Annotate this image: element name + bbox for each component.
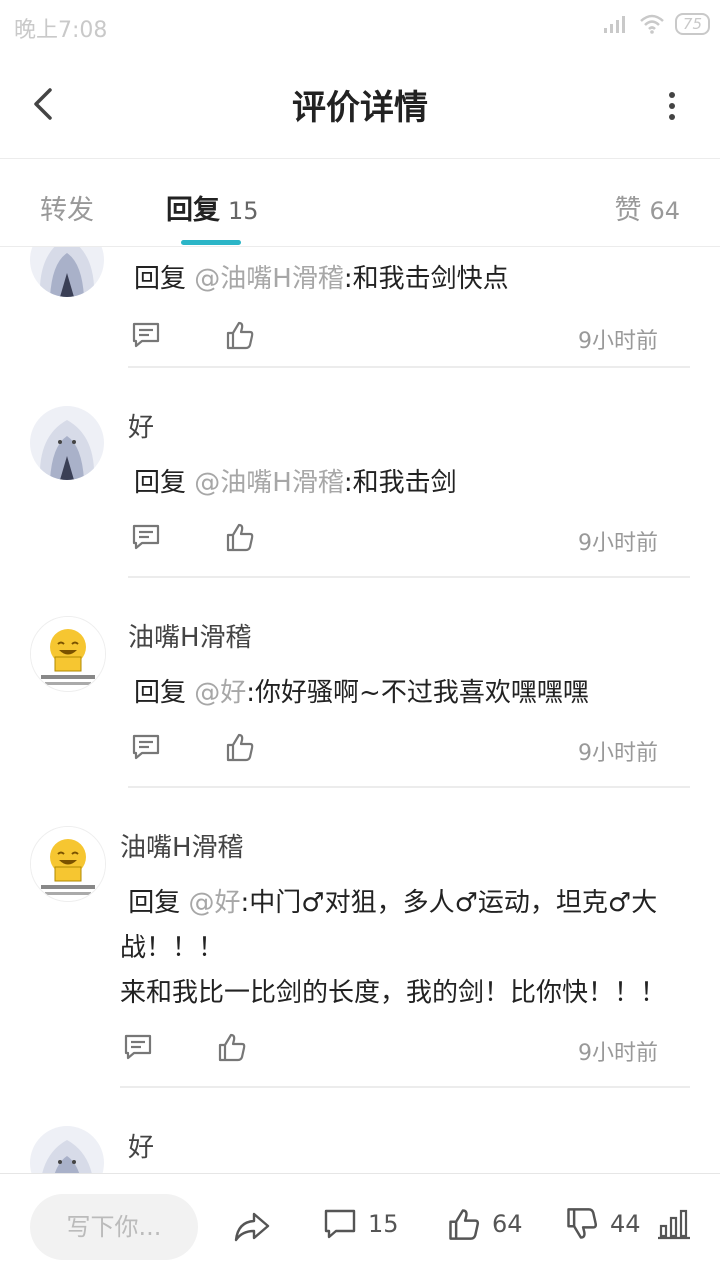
comment-count-button[interactable]: 15 — [322, 1206, 399, 1242]
thumbs-up-icon[interactable] — [224, 319, 256, 351]
status-icons: 75 — [603, 10, 710, 38]
share-button[interactable] — [232, 1206, 272, 1246]
user-name[interactable]: 油嘴H滑稽 — [128, 617, 252, 654]
comment-icon[interactable] — [130, 319, 162, 351]
mention-link[interactable]: @油嘴H滑稽 — [194, 468, 344, 498]
user-avatar[interactable] — [30, 406, 104, 480]
tab-forward[interactable]: 转发 — [40, 188, 94, 227]
thumbs-up-icon — [449, 1209, 480, 1240]
bottom-action-bar: 写下你... 15 64 44 — [0, 1173, 720, 1281]
battery-indicator: 75 — [674, 13, 710, 35]
top-navigation-bar: 评价详情 — [0, 50, 720, 159]
tab-forward-label: 转发 — [40, 195, 94, 226]
thumbs-up-icon[interactable] — [224, 521, 256, 553]
reply-content: 回复 @好:中门♂对狙，多人♂运动，坦克♂大 战！！！ 来和我比一比剑的长度，我… — [120, 881, 700, 1016]
status-time: 晚上7:08 — [14, 18, 108, 43]
thumbs-up-icon[interactable] — [224, 731, 256, 763]
user-name[interactable]: 好 — [128, 1127, 154, 1164]
reply-time: 9小时前 — [578, 741, 658, 766]
dislike-count: 44 — [610, 1210, 641, 1238]
tab-reply[interactable]: 回复 15 — [166, 188, 259, 227]
reply-content: 回复 @好:你好骚啊~不过我喜欢嘿嘿嘿 — [134, 671, 589, 716]
divider — [120, 1086, 690, 1088]
reply-item: 油嘴H滑稽 回复 @好:中门♂对狙，多人♂运动，坦克♂大 战！！！ 来和我比一比… — [0, 789, 720, 1089]
tab-like-count: 64 — [649, 197, 680, 225]
reply-time: 9小时前 — [578, 1041, 658, 1066]
user-avatar[interactable] — [30, 247, 104, 297]
user-name[interactable]: 油嘴H滑稽 — [120, 827, 244, 864]
reply-text: :和我击剑快点 — [343, 264, 509, 294]
thumbs-up-icon[interactable] — [216, 1031, 248, 1063]
reply-text: :和我击剑 — [343, 468, 457, 498]
dislike-count-button[interactable]: 44 — [564, 1206, 641, 1242]
like-count: 64 — [492, 1210, 523, 1238]
reply-line: 战！！！ — [120, 933, 225, 963]
status-bar: 晚上7:08 75 — [0, 0, 720, 50]
anime-avatar-image — [30, 1126, 104, 1173]
reply-item: 回复 @油嘴H滑稽:和我击剑快点 9小时前 — [0, 247, 720, 369]
comment-icon[interactable] — [130, 731, 162, 763]
reply-prefix: 回复 — [134, 678, 195, 708]
reply-list[interactable]: 回复 @油嘴H滑稽:和我击剑快点 9小时前 好 回复 @油嘴H滑稽:和我击剑 9… — [0, 247, 720, 1173]
comment-icon[interactable] — [130, 521, 162, 553]
tab-reply-count: 15 — [228, 197, 259, 225]
reply-text: :你好骚啊~不过我喜欢嘿嘿嘿 — [246, 678, 589, 708]
reply-prefix: 回复 — [134, 264, 195, 294]
comment-bubble-icon — [324, 1209, 356, 1239]
user-avatar[interactable] — [30, 826, 106, 902]
comment-count: 15 — [368, 1210, 399, 1238]
comment-icon[interactable] — [122, 1031, 154, 1063]
reply-time: 9小时前 — [578, 329, 658, 354]
reply-time: 9小时前 — [578, 531, 658, 556]
reply-item: 好 — [0, 1089, 720, 1173]
divider — [128, 576, 690, 578]
reply-content: 回复 @油嘴H滑稽:和我击剑 — [134, 461, 457, 506]
reply-item: 好 回复 @油嘴H滑稽:和我击剑 9小时前 — [0, 369, 720, 579]
anime-avatar-image — [30, 406, 104, 480]
page-title: 评价详情 — [292, 88, 428, 128]
signal-icon — [603, 16, 625, 33]
mention-link[interactable]: @好 — [189, 888, 241, 918]
laughing-emoji-avatar-image — [31, 617, 105, 691]
reply-line: 回复 @好:中门♂对狙，多人♂运动，坦克♂大 — [120, 881, 700, 926]
thumbs-down-icon — [567, 1208, 598, 1239]
divider — [128, 786, 690, 788]
like-count-button[interactable]: 64 — [446, 1206, 523, 1242]
tab-like[interactable]: 赞 64 — [614, 188, 680, 227]
mention-link[interactable]: @油嘴H滑稽 — [194, 264, 344, 294]
bar-chart-icon — [658, 1209, 690, 1240]
tab-bar: 转发 回复 15 赞 64 — [0, 160, 720, 247]
wifi-icon — [640, 14, 664, 34]
mention-link[interactable]: @好 — [194, 678, 246, 708]
reply-item: 油嘴H滑稽 回复 @好:你好骚啊~不过我喜欢嘿嘿嘿 9小时前 — [0, 579, 720, 789]
reply-prefix: 回复 — [134, 468, 195, 498]
user-name[interactable]: 好 — [128, 407, 154, 444]
reply-prefix: 回复 — [128, 888, 189, 918]
reply-line: 来和我比一比剑的长度，我的剑！比你快！！！ — [120, 978, 667, 1008]
share-arrow-icon — [234, 1212, 270, 1242]
anime-avatar-image — [30, 247, 104, 297]
reply-content: 回复 @油嘴H滑稽:和我击剑快点 — [134, 257, 509, 302]
reply-text: :中门♂对狙，多人♂运动，坦克♂大 — [240, 888, 658, 918]
stats-button[interactable] — [656, 1206, 692, 1242]
divider — [128, 366, 690, 368]
user-avatar[interactable] — [30, 1126, 104, 1173]
tab-like-label: 赞 — [614, 195, 642, 226]
user-avatar[interactable] — [30, 616, 106, 692]
laughing-emoji-avatar-image — [31, 827, 105, 901]
write-comment-input[interactable]: 写下你... — [30, 1194, 198, 1260]
more-options-icon[interactable] — [662, 86, 682, 126]
tab-reply-label: 回复 — [166, 195, 220, 226]
active-tab-indicator — [181, 240, 241, 245]
